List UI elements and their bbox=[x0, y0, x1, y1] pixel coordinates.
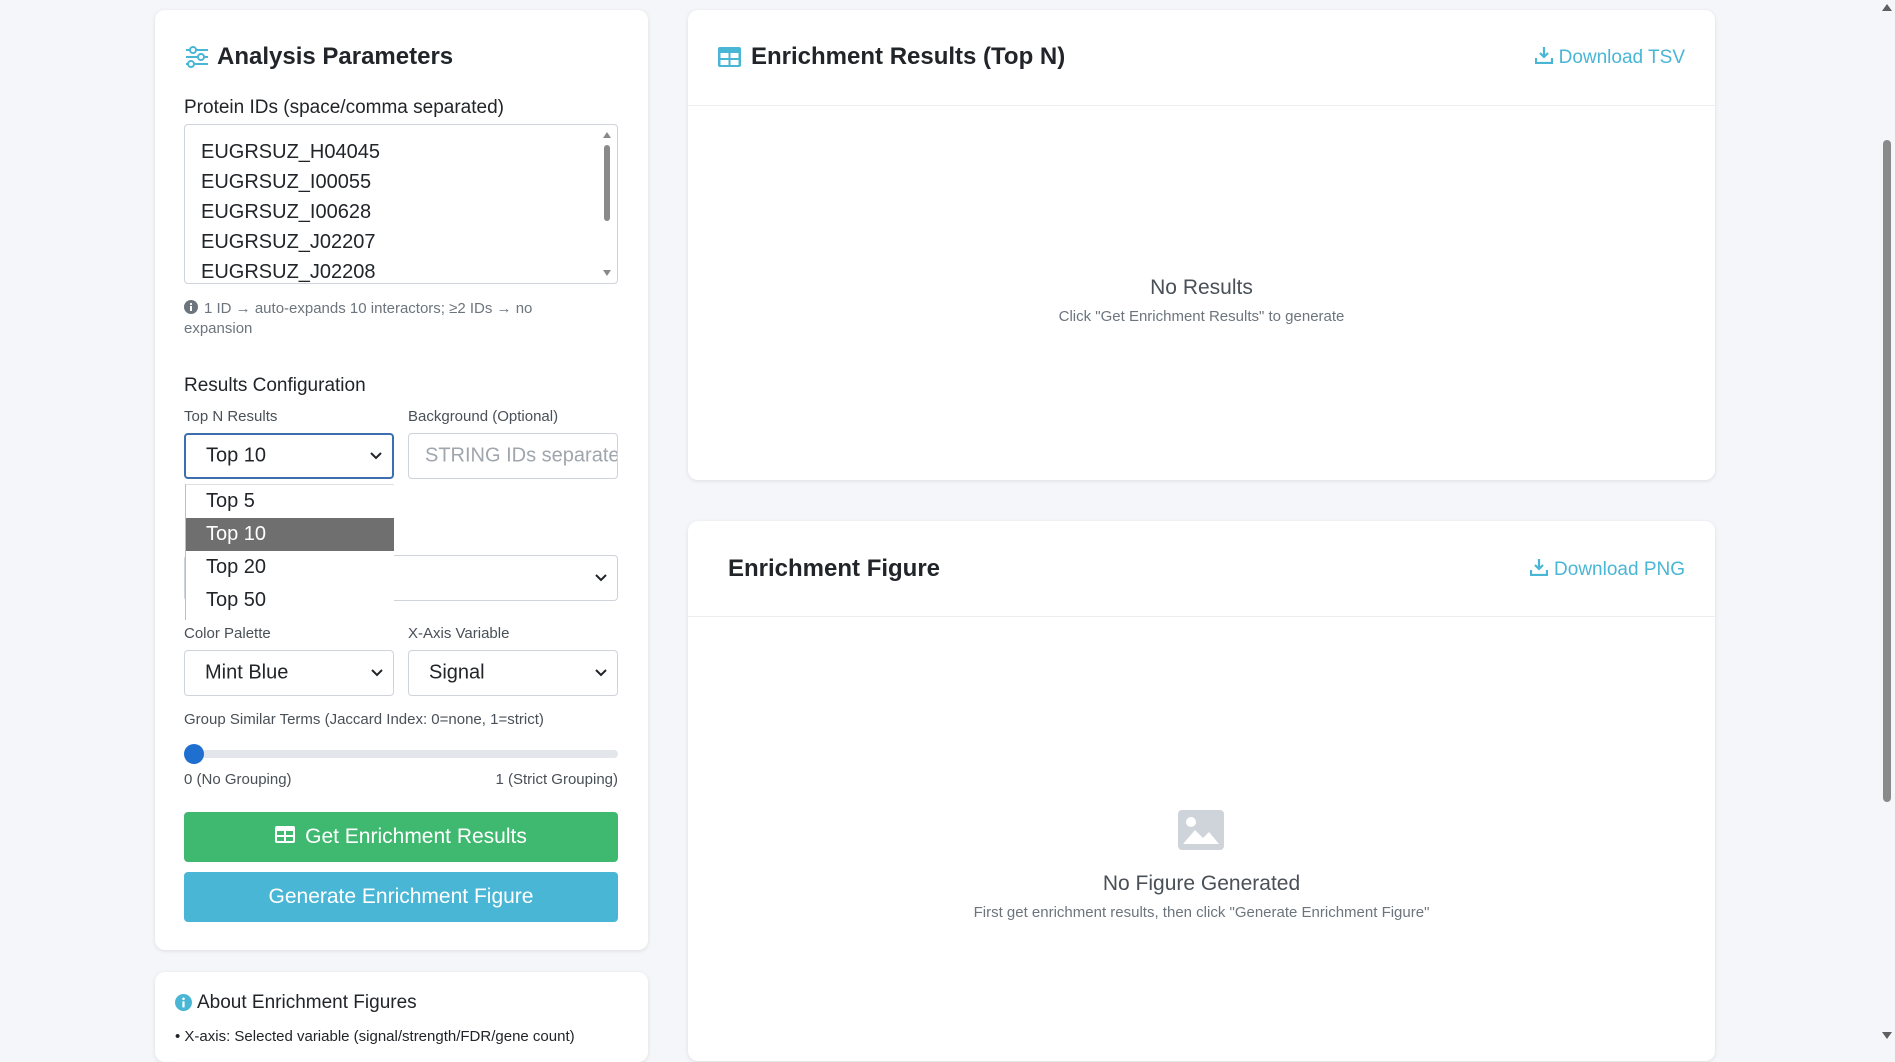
card-title: Analysis Parameters bbox=[217, 43, 454, 70]
x-axis-select[interactable]: Signal bbox=[408, 650, 618, 696]
results-config-heading: Results Configuration bbox=[184, 375, 366, 396]
generate-enrichment-figure-button[interactable]: Generate Enrichment Figure bbox=[184, 872, 618, 922]
info-circle-icon bbox=[175, 994, 192, 1016]
slider-track bbox=[184, 750, 618, 758]
download-icon bbox=[1529, 558, 1549, 581]
top-n-select[interactable]: Top 10 bbox=[184, 433, 394, 479]
slider-min-label: 0 (No Grouping) bbox=[184, 771, 292, 788]
chevron-down-icon bbox=[595, 664, 607, 682]
image-placeholder-icon bbox=[1178, 810, 1224, 855]
no-figure-title: No Figure Generated bbox=[1102, 872, 1301, 895]
enrichment-figure-card: Enrichment Figure Download PNG No Figure… bbox=[688, 521, 1715, 1061]
analysis-parameters-card: Analysis Parameters Protein IDs (space/c… bbox=[155, 10, 648, 950]
download-tsv-label: Download TSV bbox=[1558, 46, 1685, 68]
slider-thumb[interactable] bbox=[184, 744, 204, 764]
generate-enrichment-figure-label: Generate Enrichment Figure bbox=[268, 885, 534, 908]
get-enrichment-results-button[interactable]: Get Enrichment Results bbox=[184, 812, 618, 862]
background-label: Background (Optional) bbox=[408, 408, 559, 425]
top-n-option-20[interactable]: Top 20 bbox=[186, 551, 394, 584]
top-n-option-50[interactable]: Top 50 bbox=[186, 584, 394, 617]
download-icon bbox=[1534, 46, 1553, 69]
group-terms-label: Group Similar Terms (Jaccard Index: 0=no… bbox=[184, 711, 544, 728]
table-icon bbox=[718, 47, 741, 72]
protein-id-line: EUGRSUZ_I00628 bbox=[201, 201, 372, 223]
chevron-down-icon bbox=[371, 664, 383, 682]
download-png-label: Download PNG bbox=[1554, 558, 1685, 580]
enrichment-figure-title: Enrichment Figure bbox=[728, 555, 941, 582]
textarea-scrollbar[interactable] bbox=[601, 129, 613, 279]
top-n-dropdown: Top 5 Top 10 Top 20 Top 50 bbox=[185, 484, 394, 620]
protein-ids-textarea[interactable]: EUGRSUZ_H04045 EUGRSUZ_I00055 EUGRSUZ_I006… bbox=[184, 124, 618, 284]
group-terms-slider[interactable] bbox=[184, 742, 618, 766]
results-divider bbox=[688, 105, 1715, 106]
no-results-subtitle: Click "Get Enrichment Results" to genera… bbox=[1058, 308, 1345, 325]
top-n-option-10[interactable]: Top 10 bbox=[186, 518, 394, 551]
page-scrollbar[interactable] bbox=[1879, 0, 1895, 1043]
sliders-icon bbox=[185, 46, 209, 73]
download-tsv-link[interactable]: Download TSV bbox=[1534, 46, 1685, 69]
background-input[interactable]: STRING IDs separated bbox=[408, 433, 618, 479]
chevron-down-icon bbox=[370, 447, 382, 465]
get-enrichment-results-label: Get Enrichment Results bbox=[305, 825, 527, 848]
color-palette-selected: Mint Blue bbox=[205, 661, 289, 684]
table-icon bbox=[275, 825, 296, 849]
no-figure-subtitle: First get enrichment results, then click… bbox=[973, 904, 1430, 921]
protein-ids-hint: 1 ID → auto-expands 10 interactors; ≥2 I… bbox=[184, 300, 533, 337]
enrichment-results-title: Enrichment Results (Top N) bbox=[751, 43, 1066, 70]
protein-id-line: EUGRSUZ_I00055 bbox=[201, 171, 372, 193]
color-palette-select[interactable]: Mint Blue bbox=[184, 650, 394, 696]
download-png-link[interactable]: Download PNG bbox=[1529, 558, 1685, 581]
background-placeholder: STRING IDs separated bbox=[425, 444, 618, 467]
no-results-title: No Results bbox=[1150, 276, 1253, 299]
protein-id-line: EUGRSUZ_H04045 bbox=[201, 141, 380, 163]
chevron-down-icon bbox=[595, 569, 607, 587]
protein-id-line: EUGRSUZ_J02207 bbox=[201, 231, 376, 253]
x-axis-label: X-Axis Variable bbox=[408, 625, 510, 642]
protein-ids-list: EUGRSUZ_H04045 EUGRSUZ_I00055 EUGRSUZ_I006… bbox=[201, 137, 380, 287]
protein-ids-label: Protein IDs (space/comma separated) bbox=[184, 97, 504, 118]
protein-id-line: EUGRSUZ_J02208 bbox=[201, 261, 376, 283]
top-n-selected: Top 10 bbox=[206, 444, 267, 467]
about-title: About Enrichment Figures bbox=[197, 992, 417, 1013]
slider-max-label: 1 (Strict Grouping) bbox=[495, 771, 618, 788]
about-line-1: • X-axis: Selected variable (signal/stre… bbox=[175, 1028, 575, 1045]
top-n-label: Top N Results bbox=[184, 408, 278, 425]
color-palette-label: Color Palette bbox=[184, 625, 271, 642]
top-n-option-5[interactable]: Top 5 bbox=[186, 485, 394, 518]
enrichment-results-card: Enrichment Results (Top N) Download TSV … bbox=[688, 10, 1715, 480]
figure-divider bbox=[688, 616, 1715, 617]
about-card: About Enrichment Figures • X-axis: Selec… bbox=[155, 972, 648, 1062]
x-axis-selected: Signal bbox=[429, 661, 485, 684]
